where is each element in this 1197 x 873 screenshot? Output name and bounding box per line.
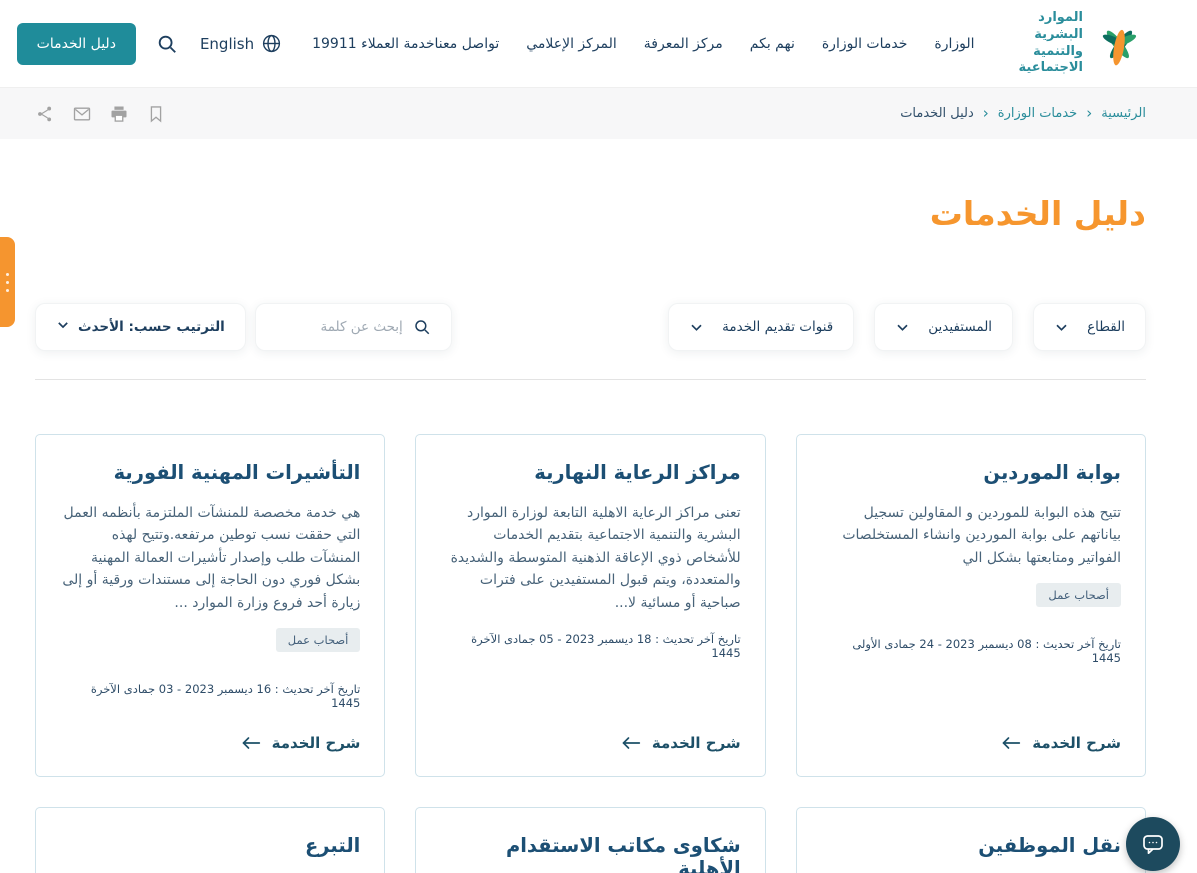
service-card: التبرعانطلقت المنصة الوطنية للتبرعات "تب… — [35, 807, 385, 873]
share-icon[interactable] — [35, 104, 55, 124]
chevron-down-icon — [895, 320, 910, 335]
page-actions — [35, 104, 166, 124]
ministry-name: الموارد البشرية والتنمية الاجتماعية — [1019, 10, 1083, 78]
nav-item[interactable]: مركز المعرفة — [644, 36, 723, 52]
site-header: الموارد البشرية والتنمية الاجتماعية الوز… — [0, 0, 1197, 87]
service-card-description: تعنى مراكز الرعاية الاهلية التابعة لوزار… — [440, 502, 740, 614]
nav-item[interactable]: نهم بكم — [750, 36, 795, 52]
search-icon — [156, 33, 178, 55]
chevron-down-icon — [56, 318, 70, 336]
service-card: نقل الموظفينخدمة تمكّن المنشآت من تقديم … — [796, 807, 1146, 873]
keyword-search-box[interactable] — [255, 303, 452, 351]
service-card-title: بوابة الموردين — [983, 461, 1121, 484]
chevron-down-icon — [1054, 320, 1069, 335]
sort-dropdown[interactable]: الترتيب حسب: الأحدث — [35, 303, 246, 351]
ministry-palm-icon — [1092, 17, 1146, 71]
last-updated-date: تاريخ آخر تحديث : 16 ديسمبر 2023 - 03 جم… — [60, 682, 360, 710]
mail-icon[interactable] — [72, 104, 92, 124]
search-icon — [413, 318, 431, 336]
service-card: التأشيرات المهنية الفورية هي خدمة مخصصة ل… — [35, 434, 385, 777]
globe-icon — [261, 33, 282, 54]
service-card-description: تتيح هذه البوابة للموردين و المقاولين تس… — [821, 502, 1121, 569]
nav-item[interactable]: الوزارة — [934, 36, 974, 52]
service-card-title: التبرع — [305, 834, 360, 857]
breadcrumb-bar: الرئيسية ‹ خدمات الوزارة ‹ دليل الخدمات — [0, 87, 1197, 139]
chat-bubble-icon — [1139, 830, 1167, 858]
section-divider — [35, 379, 1146, 380]
audience-badge: أصحاب عمل — [276, 628, 361, 652]
breadcrumb-separator-icon: ‹ — [1086, 106, 1092, 121]
feedback-side-tab[interactable] — [0, 237, 15, 327]
main-nav: الوزارة خدمات الوزارة نهم بكم مركز المعرفة ا… — [435, 36, 975, 52]
customer-service-number: خدمة العملاء 19911 — [312, 36, 434, 52]
chat-button[interactable] — [1126, 817, 1180, 871]
bookmark-icon[interactable] — [146, 104, 166, 124]
arrow-left-icon — [621, 735, 641, 751]
nav-item[interactable]: المركز الإعلامي — [526, 36, 617, 52]
beneficiaries-filter-dropdown[interactable]: المستفيدين — [874, 303, 1013, 351]
print-icon[interactable] — [109, 104, 129, 124]
breadcrumb-item: دليل الخدمات — [900, 106, 974, 121]
search-sort-group: الترتيب حسب: الأحدث — [35, 303, 452, 351]
header-search-button[interactable] — [156, 33, 178, 55]
nav-item[interactable]: تواصل معنا — [435, 36, 500, 52]
breadcrumb-item[interactable]: الرئيسية — [1101, 106, 1146, 121]
breadcrumb: الرئيسية ‹ خدمات الوزارة ‹ دليل الخدمات — [900, 106, 1146, 121]
service-card: شكاوى مكاتب الاستقدام الأهليةخدمة تمكّن … — [415, 807, 765, 873]
service-details-link[interactable]: شرح الخدمة — [241, 710, 361, 752]
breadcrumb-item[interactable]: خدمات الوزارة — [998, 106, 1077, 121]
last-updated-date: تاريخ آخر تحديث : 18 ديسمبر 2023 - 05 جم… — [440, 632, 740, 660]
audience-badge: أصحاب عمل — [1036, 583, 1121, 607]
services-guide-button[interactable]: دليل الخدمات — [17, 23, 136, 65]
service-details-link[interactable]: شرح الخدمة — [1001, 710, 1121, 752]
arrow-left-icon — [241, 735, 261, 751]
service-card-description: هي خدمة مخصصة للمنشآت الملتزمة بأنظمه ال… — [60, 502, 360, 614]
keyword-search-input[interactable] — [276, 319, 403, 335]
service-card: بوابة الموردين تتيح هذه البوابة للموردين … — [796, 434, 1146, 777]
nav-item[interactable]: خدمات الوزارة — [822, 36, 908, 52]
service-card-title: نقل الموظفين — [978, 834, 1121, 857]
last-updated-date: تاريخ آخر تحديث : 08 ديسمبر 2023 - 24 جم… — [821, 637, 1121, 665]
filter-dropdowns: القطاع المستفيدين قنوات تقديم الخدمة — [668, 303, 1146, 351]
service-card: مراكز الرعاية النهارية تعنى مراكز الرعاية… — [415, 434, 765, 777]
filters-row: القطاع المستفيدين قنوات تقديم الخدمة — [35, 303, 1146, 351]
services-grid: بوابة الموردين تتيح هذه البوابة للموردين … — [35, 434, 1146, 873]
breadcrumb-separator-icon: ‹ — [983, 106, 989, 121]
service-card-title: شكاوى مكاتب الاستقدام الأهلية — [440, 834, 740, 873]
page-title: دليل الخدمات — [35, 194, 1146, 233]
service-details-link[interactable]: شرح الخدمة — [621, 710, 741, 752]
ministry-logo[interactable]: الموارد البشرية والتنمية الاجتماعية — [1019, 10, 1146, 78]
chevron-down-icon — [689, 320, 704, 335]
arrow-left-icon — [1001, 735, 1021, 751]
language-switcher[interactable]: English — [200, 33, 282, 54]
service-card-title: التأشيرات المهنية الفورية — [114, 461, 361, 484]
service-card-title: مراكز الرعاية النهارية — [534, 461, 740, 484]
channels-filter-dropdown[interactable]: قنوات تقديم الخدمة — [668, 303, 854, 351]
sector-filter-dropdown[interactable]: القطاع — [1033, 303, 1146, 351]
main-content: دليل الخدمات القطاع المستفيدين قنوات تقد… — [0, 194, 1197, 873]
